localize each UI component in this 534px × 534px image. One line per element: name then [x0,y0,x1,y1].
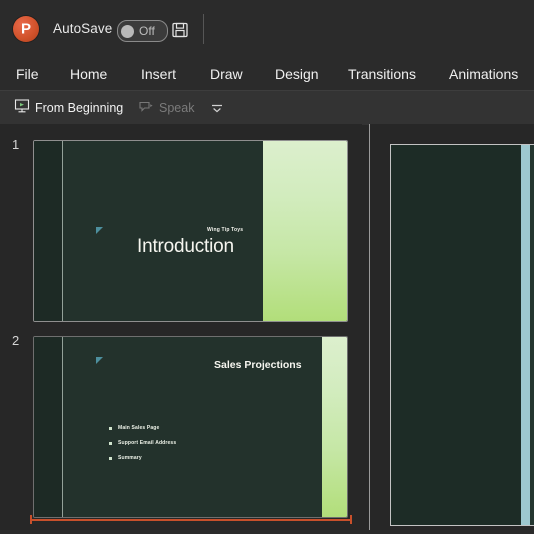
speak-icon [138,98,154,119]
autosave-toggle[interactable]: Off [117,20,168,42]
slide-1-canvas: Wing Tip Toys Introduction [34,141,347,321]
slide-number-1: 1 [12,137,19,152]
slide-2-triangle-accent [96,357,103,364]
slide-2-bullet-2: Support Email Address [109,440,176,446]
bullet-dot-icon [109,427,112,430]
slide-editing-canvas[interactable] [370,124,534,534]
powerpoint-logo-letter: P [21,21,31,36]
title-bar: P AutoSave Off [0,0,534,58]
powerpoint-window: P AutoSave Off File Home Insert Draw Des… [0,0,534,534]
slide-1-vertical-rule [62,141,63,321]
save-floppy-icon[interactable] [170,20,190,40]
slide-1-gradient-panel [263,141,348,321]
slide-1-title: Introduction [137,236,234,258]
active-slide-right-fill [530,145,534,525]
present-from-beginning-icon [14,98,30,119]
slide-2-canvas: Sales Projections Main Sales Page Suppor… [34,337,347,517]
slide-2-bullet-3: Summary [109,455,142,461]
tab-file[interactable]: File [16,58,39,90]
tab-insert[interactable]: Insert [141,58,176,90]
slide-1-left-band [34,141,62,321]
slide-2-left-band [34,337,62,517]
tab-home[interactable]: Home [70,58,107,90]
tab-animations[interactable]: Animations [449,58,518,90]
slide-2-bullet-3-text: Summary [118,455,142,461]
slide-thumbnail-1[interactable]: Wing Tip Toys Introduction [33,140,348,322]
measurement-cap-right [350,515,352,524]
width-measurement-line [30,515,352,524]
slide-2-gradient-panel [322,337,347,517]
from-beginning-label: From Beginning [35,101,123,115]
active-slide-accent-stripe [521,145,530,525]
titlebar-divider [203,14,204,44]
from-beginning-button[interactable]: From Beginning [14,97,123,119]
bullet-dot-icon [109,457,112,460]
tab-draw[interactable]: Draw [210,58,243,90]
active-slide[interactable] [390,144,534,526]
bullet-dot-icon [109,442,112,445]
slide-2-bullet-1: Main Sales Page [109,425,159,431]
slide-number-2: 2 [12,333,19,348]
measurement-bar [30,519,352,521]
slide-thumbnail-2[interactable]: Sales Projections Main Sales Page Suppor… [33,336,348,518]
chevron-down-icon[interactable] [208,99,226,117]
slide-1-triangle-accent [96,227,103,234]
autosave-label: AutoSave [53,21,112,36]
tab-design[interactable]: Design [275,58,319,90]
powerpoint-logo-icon: P [13,16,39,42]
tab-transitions[interactable]: Transitions [348,58,416,90]
slide-2-bullet-1-text: Main Sales Page [118,425,159,431]
slide-2-vertical-rule [62,337,63,517]
ribbon-toolbar: From Beginning Speak [0,90,534,125]
slide-2-title: Sales Projections [214,359,302,371]
ribbon-tab-bar: File Home Insert Draw Design Transitions… [0,58,534,90]
speak-button[interactable]: Speak [138,97,194,119]
speak-label: Speak [159,101,194,115]
slide-thumbnail-pane[interactable]: 1 Wing Tip Toys Introduction 2 Sales Pro… [0,124,362,534]
status-bar [0,530,534,534]
autosave-toggle-knob [121,25,134,38]
slide-1-eyebrow: Wing Tip Toys [207,227,243,233]
slide-2-bullet-2-text: Support Email Address [118,440,176,446]
autosave-state-label: Off [139,24,155,38]
